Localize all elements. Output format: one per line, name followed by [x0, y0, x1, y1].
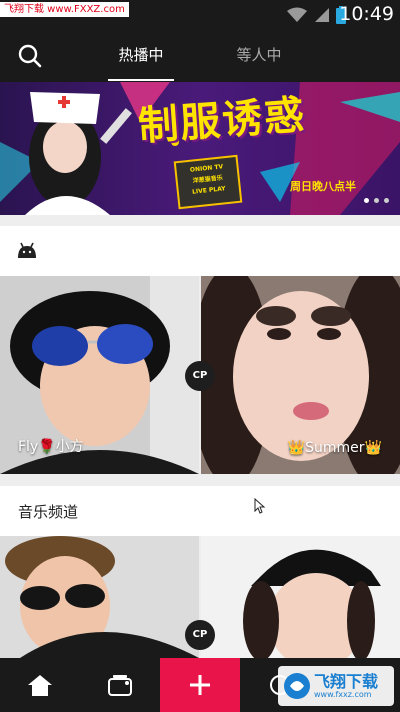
live-rooms-icon [108, 675, 132, 696]
nav-add[interactable] [160, 658, 240, 712]
add-icon [190, 675, 210, 695]
tab-hot-live[interactable]: 热播中 [108, 44, 174, 65]
search-button[interactable] [14, 40, 46, 72]
top-header: 热播中 等人中 [0, 30, 400, 82]
live-card[interactable] [0, 536, 199, 658]
tab-waiting[interactable]: 等人中 [226, 44, 292, 65]
top-watermark: 飞翔下载 www.FXXZ.com [0, 2, 129, 17]
page-dot [374, 198, 379, 203]
status-icons [286, 6, 346, 24]
page-dot-active [364, 198, 369, 203]
android-icon [18, 242, 36, 258]
banner-subtitle: 周日晚八点半 [290, 180, 356, 193]
live-card[interactable] [201, 536, 400, 658]
status-bar: 飞翔下载 www.FXXZ.com 10:49 [0, 0, 400, 30]
page-dot [384, 198, 389, 203]
watermark-text: 飞翔下载 [314, 672, 379, 691]
mouse-cursor-icon [254, 498, 266, 514]
streamer-name: Fly🌹小方 [18, 439, 84, 455]
promo-banner[interactable]: 制服诱惑 ONION TV 洋葱猫音乐 LIVE PLAY 周日晚八点半 [0, 82, 400, 215]
nav-live-rooms[interactable] [80, 658, 160, 712]
banner-badge: ONION TV 洋葱猫音乐 LIVE PLAY [173, 154, 243, 210]
section-header-android [0, 226, 400, 276]
watermark-url: www.fxxz.com [314, 690, 372, 699]
live-thumbnail [0, 536, 199, 658]
wifi-icon [287, 7, 307, 22]
nav-home[interactable] [0, 658, 80, 712]
cp-badge[interactable]: CP [185, 620, 215, 650]
live-card[interactable]: Fly🌹小方 [0, 276, 199, 474]
banner-title: 制服诱惑 [136, 91, 308, 150]
app-screen: 飞翔下载 www.FXXZ.com 10:49 热播中 等人中 制服诱惑 ONI… [0, 0, 400, 712]
active-tab-indicator [108, 79, 174, 81]
section-header-music: 音乐频道 [0, 486, 400, 536]
streamer-name: 👑Summer👑 [287, 440, 382, 456]
status-clock: 10:49 [339, 3, 394, 25]
search-icon [18, 44, 42, 68]
watermark-logo-icon [284, 673, 310, 699]
live-thumbnail [201, 536, 400, 658]
home-icon [28, 675, 52, 696]
live-card[interactable]: 👑Summer👑 [201, 276, 400, 474]
cp-badge[interactable]: CP [185, 361, 215, 391]
bottom-watermark: 飞翔下载 www.fxxz.com [278, 666, 394, 706]
signal-icon [315, 8, 329, 22]
banner-page-indicator [364, 198, 389, 203]
section-title: 音乐频道 [18, 503, 79, 521]
